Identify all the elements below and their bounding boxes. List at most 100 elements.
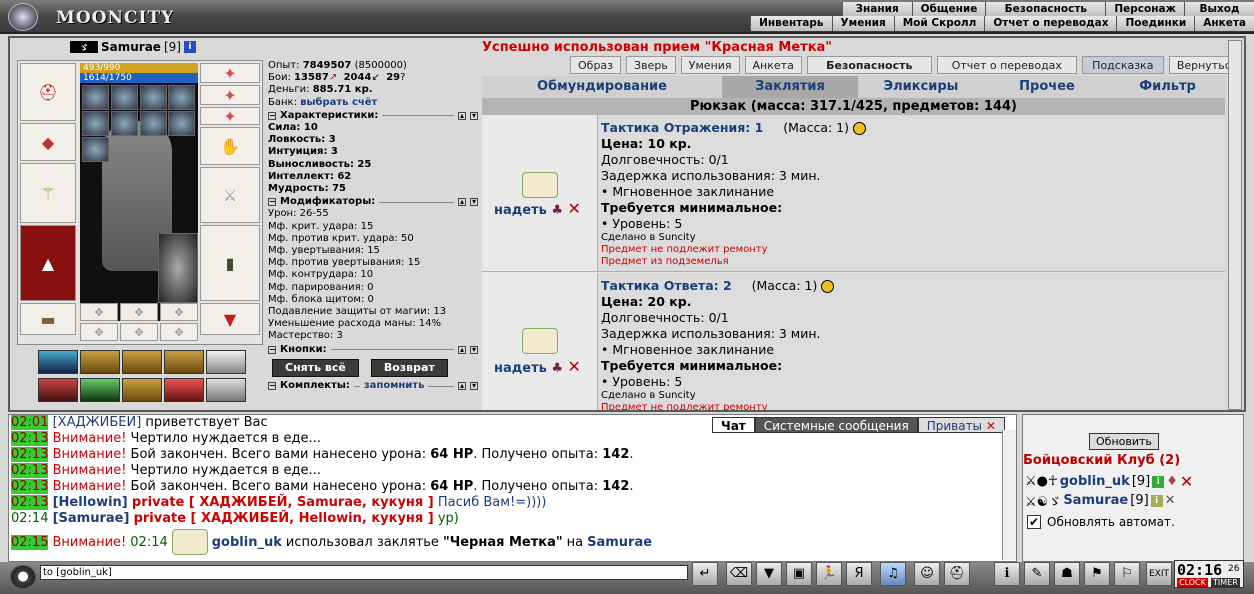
tab-filter[interactable]: Фильтр (1110, 76, 1225, 98)
auto-refresh-checkbox[interactable]: ✔ (1027, 515, 1041, 529)
battle-icon[interactable]: ⚑ (1084, 562, 1110, 586)
gloves-slot[interactable]: ✋ (200, 127, 260, 165)
buttons-header[interactable]: − Кнопки: ▴ ▾ (268, 344, 478, 356)
return-button[interactable]: Возврат (370, 358, 448, 378)
user-link[interactable]: Samurae (1063, 493, 1128, 508)
walk-icon[interactable]: 🏃 (816, 562, 842, 586)
bag-icon[interactable]: ☗ (1054, 562, 1080, 586)
tab-skills[interactable]: Умения (680, 56, 740, 74)
amulet-slot[interactable] (82, 85, 109, 110)
save-icon[interactable]: ▣ (786, 562, 812, 586)
pet-slot[interactable] (158, 233, 198, 303)
characteristics-header[interactable]: − Характеристики: ▴ ▾ (268, 110, 478, 122)
menu-exit[interactable]: Выход (1184, 2, 1254, 17)
ring-slot-2[interactable] (168, 85, 195, 110)
item-name[interactable]: Тактика Ответа: 2 (601, 278, 732, 293)
sets-header[interactable]: − Комплекты: запомнить ▴ ▾ (268, 380, 478, 392)
spell-slot-4[interactable] (168, 111, 195, 136)
menu-security[interactable]: Безопасность (985, 2, 1106, 17)
timer-label[interactable]: TIMER (1211, 578, 1240, 587)
tab-privates[interactable]: Приваты ✕ (917, 417, 1005, 433)
helmet-slot[interactable]: ⛑ (20, 63, 76, 121)
clan-icon[interactable]: ゞ (70, 41, 98, 54)
menu-knowledge[interactable]: Знания (841, 2, 912, 17)
main-scrollbar[interactable] (1228, 40, 1242, 410)
submenu-skills[interactable]: Умения (831, 16, 894, 31)
quick-slot-7[interactable] (80, 378, 120, 402)
quick-slot-3[interactable] (122, 350, 162, 374)
quick-slot-2[interactable] (80, 350, 120, 374)
submenu-transfers[interactable]: Отчет о переводах (984, 16, 1117, 31)
quick-slot-10[interactable] (206, 378, 246, 402)
rune-slot-3[interactable]: ✥ (160, 303, 198, 321)
submenu-inventory[interactable]: Инвентарь (750, 16, 832, 31)
info-tool-icon[interactable]: ℹ (994, 562, 1020, 586)
remember-link[interactable]: запомнить (364, 380, 425, 392)
tab-spells[interactable]: Заклятия (722, 76, 858, 98)
quick-slot-8[interactable] (122, 378, 162, 402)
tab-elixirs[interactable]: Эликсиры (858, 76, 984, 98)
info-icon[interactable]: i (183, 41, 196, 53)
close-icon[interactable]: ✕ (986, 419, 996, 433)
legs-slot[interactable]: ▮ (200, 225, 260, 301)
spell-slot-1[interactable] (82, 111, 109, 136)
ring-slot-1[interactable] (140, 85, 167, 110)
refresh-button[interactable]: Обновить (1089, 433, 1159, 450)
delete-icon[interactable]: ✕ (568, 357, 581, 376)
rune-slot-5[interactable]: ✥ (120, 323, 158, 341)
ring-slot-c[interactable]: ✦ (200, 107, 260, 126)
bank-link[interactable]: выбрать счёт (300, 97, 377, 108)
rune-slot-1[interactable]: ✥ (80, 303, 118, 321)
undress-button[interactable]: Снять всё (272, 358, 359, 378)
quick-slot-5[interactable] (206, 350, 246, 374)
submenu-profile[interactable]: Анкета (1194, 16, 1254, 31)
info-icon[interactable]: i (1150, 494, 1163, 507)
tab-chat[interactable]: Чат (712, 417, 755, 433)
bracers-slot[interactable]: ◆ (20, 123, 76, 161)
emote-icon[interactable]: ☺ (914, 562, 940, 586)
rune-slot-2[interactable]: ✥ (120, 303, 158, 321)
spell-slot-5[interactable] (82, 137, 109, 162)
item-name[interactable]: Тактика Отражения: 1 (601, 120, 763, 135)
quick-slot-9[interactable] (164, 378, 204, 402)
scroll-tool-icon[interactable]: ✎ (1024, 562, 1050, 586)
submenu-fights[interactable]: Поединки (1116, 16, 1195, 31)
send-icon[interactable]: ↵ (692, 562, 718, 586)
exit-icon[interactable]: EXIT (1146, 562, 1172, 586)
logo[interactable]: MOONCITY (8, 3, 188, 31)
tab-other[interactable]: Прочее (984, 76, 1110, 98)
modifiers-header[interactable]: − Модификаторы: ▴ ▾ (268, 196, 478, 208)
attack-icon[interactable]: ✕ (1180, 472, 1193, 491)
chat-user[interactable]: [Hellowin] (53, 495, 128, 510)
menu-character[interactable]: Персонаж (1105, 2, 1184, 17)
tab-beast[interactable]: Зверь (626, 56, 676, 74)
armor-slot[interactable]: ▲ (20, 225, 76, 301)
rune-slot-6[interactable]: ✥ (160, 323, 198, 341)
flag-icon[interactable]: ⚐ (1114, 562, 1140, 586)
tab-image[interactable]: Образ (570, 56, 622, 74)
info-icon[interactable]: i (1152, 475, 1165, 488)
belt-slot[interactable]: ▬ (20, 303, 76, 335)
user-link[interactable]: goblin_uk (1060, 474, 1130, 489)
weapon-slot[interactable]: ⚚ (20, 163, 76, 223)
translit-icon[interactable]: Я (846, 562, 872, 586)
submenu-scroll[interactable]: Мой Скролл (893, 16, 985, 31)
boots-slot[interactable]: ▼ (200, 303, 260, 335)
spell-slot-2[interactable] (111, 111, 138, 136)
shield-slot[interactable]: ⚔ (200, 167, 260, 223)
menu-social[interactable]: Общение (911, 2, 986, 17)
quick-slot-4[interactable] (164, 350, 204, 374)
spell-slot-3[interactable] (140, 111, 167, 136)
cross-icon[interactable]: ✕ (1165, 493, 1176, 508)
clock-label[interactable]: CLOCK (1177, 578, 1208, 587)
tab-system[interactable]: Системные сообщения (754, 417, 918, 433)
helmet-icon[interactable]: ⛑ (944, 562, 970, 586)
chat-input[interactable]: to [goblin_uk] (40, 565, 688, 580)
wear-link[interactable]: надеть ♣ ✕ (494, 357, 581, 376)
tab-transfers[interactable]: Отчет о переводах (936, 56, 1077, 74)
quick-slot-6[interactable] (38, 378, 78, 402)
chat-scrollbar[interactable] (1002, 430, 1016, 560)
music-icon[interactable]: ♫ (880, 562, 906, 586)
filter-icon[interactable]: ▼ (756, 562, 782, 586)
earring-slot[interactable] (111, 85, 138, 110)
